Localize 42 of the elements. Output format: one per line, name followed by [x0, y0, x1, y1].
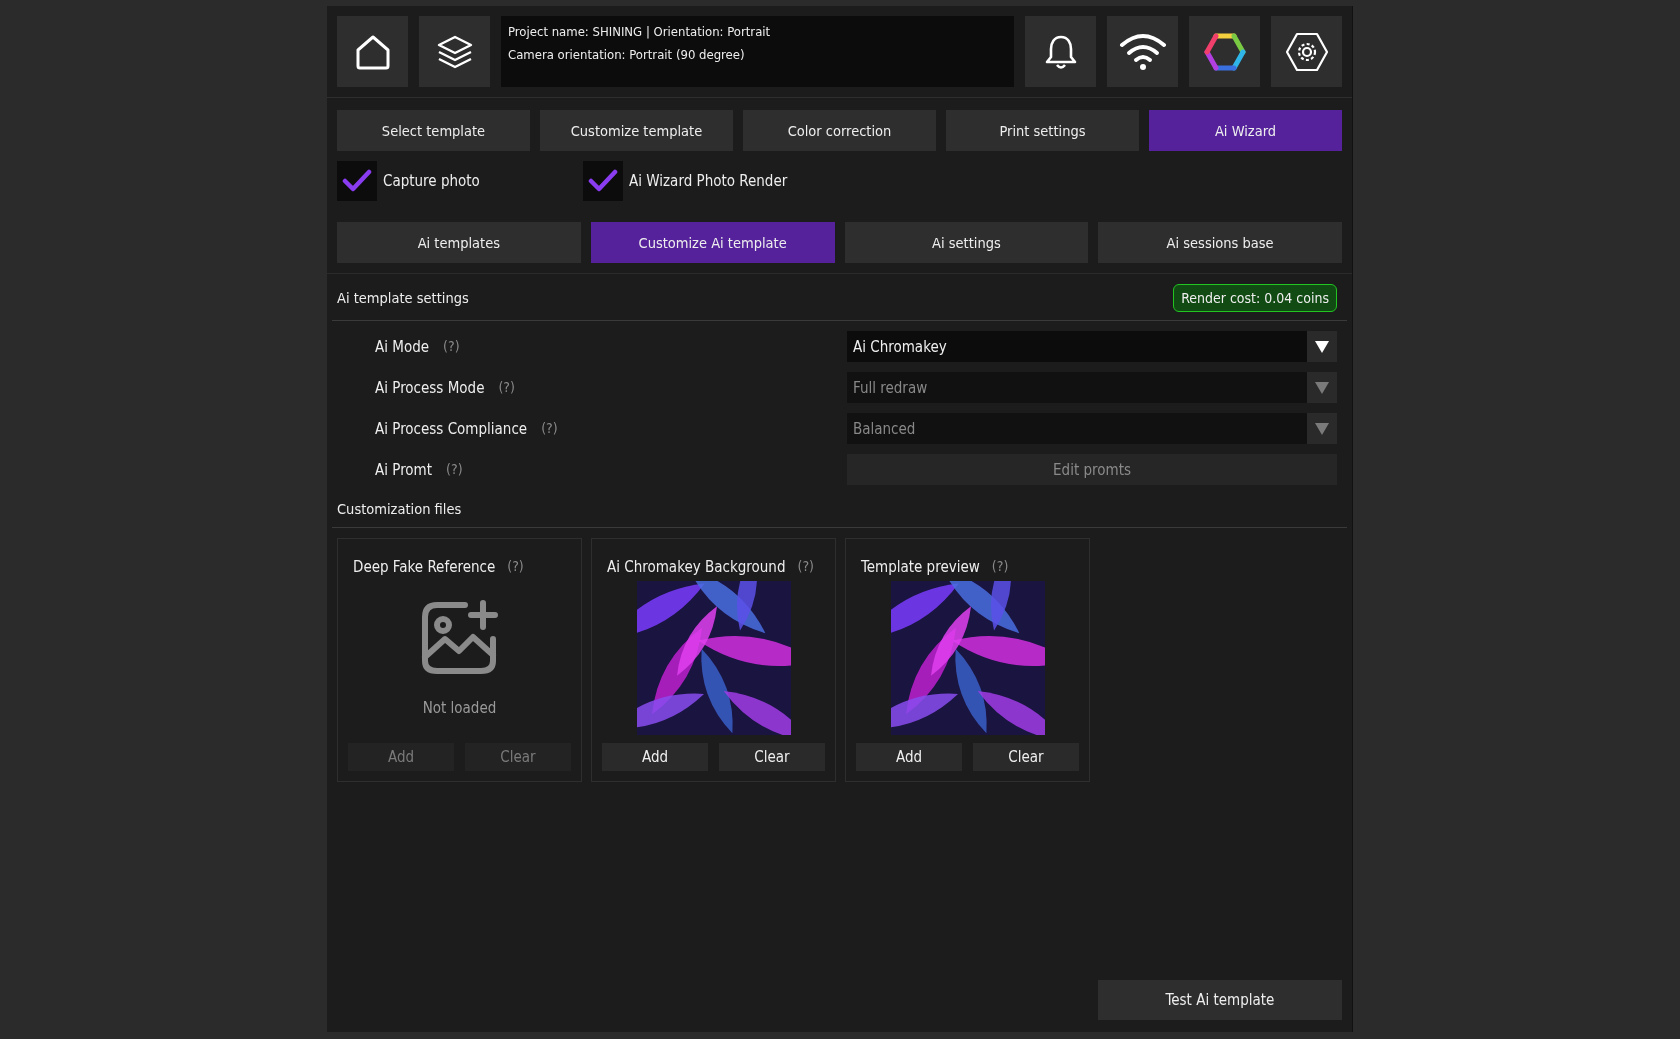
sub-tab[interactable]: Ai templates	[337, 222, 581, 263]
file-button[interactable]: Add	[602, 743, 708, 771]
main-tab[interactable]: Print settings	[946, 110, 1139, 151]
test-template-button[interactable]: Test Ai template	[1098, 980, 1342, 1020]
file-button[interactable]: Clear	[973, 743, 1079, 771]
main-tab[interactable]: Customize template	[540, 110, 733, 151]
wifi-icon[interactable]	[1107, 16, 1178, 87]
file-button[interactable]: Clear	[719, 743, 825, 771]
main-tab[interactable]: Select template	[337, 110, 530, 151]
section-title: Ai template settings	[337, 290, 469, 306]
card-title: Template preview	[861, 558, 980, 576]
help-link[interactable]: (?)	[991, 558, 1009, 576]
sub-tab[interactable]: Ai sessions base	[1098, 222, 1342, 263]
info-text: Camera orientation: Portrait (90 degree)	[508, 46, 746, 64]
checkbox[interactable]	[583, 161, 623, 201]
dropdown[interactable]: Ai Chromakey	[847, 331, 1337, 362]
file-button[interactable]: Add	[856, 743, 962, 771]
sub-tab[interactable]: Ai settings	[844, 222, 1089, 263]
help-link[interactable]: (?)	[443, 337, 460, 356]
checkbox[interactable]	[337, 161, 377, 201]
info-text: Project name: SHINING | Orientation: Portrait	[508, 23, 772, 41]
settings-icon[interactable]	[1271, 16, 1342, 87]
status-text: Not loaded	[422, 698, 497, 717]
card-title: Deep Fake Reference	[353, 558, 496, 576]
setting-label: Ai Process Compliance	[375, 419, 528, 438]
checkbox-label: Capture photo	[383, 172, 480, 190]
setting-label: Ai Process Mode	[375, 378, 485, 397]
setting-label: Ai Promt	[375, 460, 433, 479]
help-link[interactable]: (?)	[507, 558, 524, 576]
checkbox-label: Ai Wizard Photo Render	[629, 172, 788, 190]
layers-icon[interactable]	[419, 16, 490, 87]
setting-label: Ai Mode	[375, 337, 430, 356]
section-title: Customization files	[337, 501, 462, 517]
sub-tab[interactable]: Customize Ai template	[590, 222, 835, 263]
main-tab[interactable]: Color correction	[743, 110, 936, 151]
render-cost-badge: Render cost: 0.04 coins	[1173, 284, 1337, 312]
home-icon[interactable]	[337, 16, 408, 87]
main-tab[interactable]: Ai Wizard	[1149, 110, 1342, 151]
bell-icon[interactable]	[1025, 16, 1096, 87]
card-title: Ai Chromakey Background	[607, 558, 786, 576]
dropdown-arrow-icon[interactable]	[1315, 340, 1329, 353]
help-link[interactable]: (?)	[797, 558, 814, 576]
